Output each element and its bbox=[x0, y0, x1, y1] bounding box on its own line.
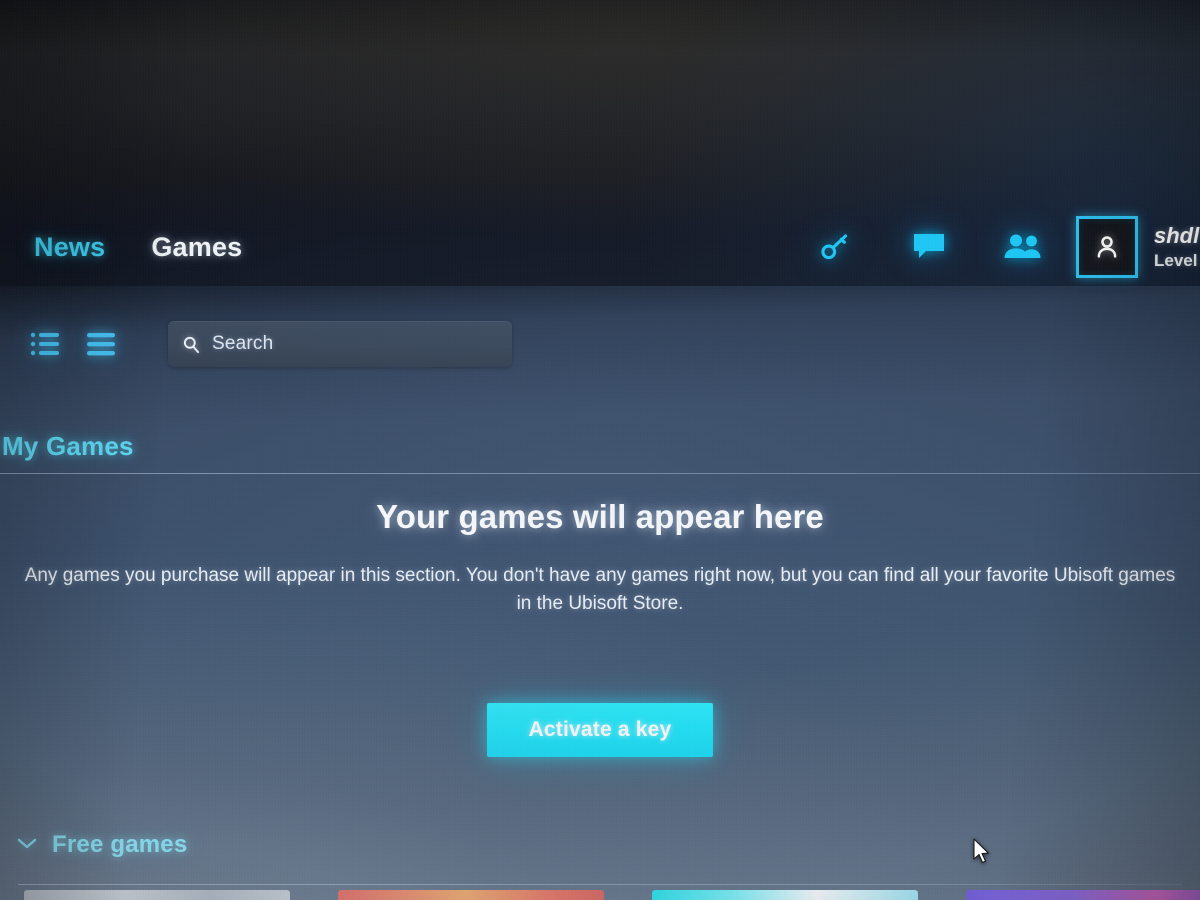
user-info[interactable]: shdl Level bbox=[1154, 225, 1200, 269]
free-games-divider bbox=[18, 884, 1182, 885]
game-card[interactable] bbox=[24, 890, 290, 900]
chevron-down-icon bbox=[16, 836, 38, 855]
section-divider bbox=[0, 473, 1200, 474]
cta-container: Activate a key bbox=[0, 703, 1200, 757]
section-header: My Games bbox=[0, 424, 1200, 468]
avatar[interactable] bbox=[1076, 216, 1138, 278]
page-title[interactable]: My Games bbox=[2, 431, 134, 462]
list-lines-icon[interactable] bbox=[74, 321, 130, 367]
free-games-label: Free games bbox=[52, 831, 188, 858]
game-card[interactable] bbox=[338, 890, 604, 900]
nav-links: News Games bbox=[0, 233, 242, 261]
game-card[interactable] bbox=[652, 890, 918, 900]
chat-icon[interactable] bbox=[882, 217, 976, 277]
search-input[interactable]: Search bbox=[168, 321, 512, 367]
empty-state-title: Your games will appear here bbox=[376, 498, 824, 535]
game-card-row bbox=[0, 890, 1200, 900]
activate-key-button[interactable]: Activate a key bbox=[487, 703, 713, 757]
user-level: Level bbox=[1154, 251, 1198, 269]
ubisoft-connect-window: News Games shdl Level Search My Games Yo… bbox=[0, 0, 1200, 900]
list-bullets-icon[interactable] bbox=[18, 321, 74, 367]
games-toolbar: Search bbox=[0, 313, 1200, 375]
user-name: shdl bbox=[1154, 225, 1200, 248]
nav-actions: shdl Level bbox=[788, 216, 1200, 278]
search-placeholder: Search bbox=[212, 333, 274, 354]
game-card[interactable] bbox=[966, 890, 1200, 900]
primary-nav: News Games shdl Level bbox=[0, 208, 1200, 286]
free-games-section-toggle[interactable]: Free games bbox=[16, 831, 187, 859]
friends-icon[interactable] bbox=[976, 217, 1070, 277]
key-icon[interactable] bbox=[788, 217, 882, 277]
nav-item-games[interactable]: Games bbox=[151, 233, 242, 261]
nav-item-news[interactable]: News bbox=[34, 233, 105, 261]
empty-state-body: Any games you purchase will appear in th… bbox=[24, 565, 1176, 614]
empty-state: Your games will appear here Any games yo… bbox=[0, 500, 1200, 618]
